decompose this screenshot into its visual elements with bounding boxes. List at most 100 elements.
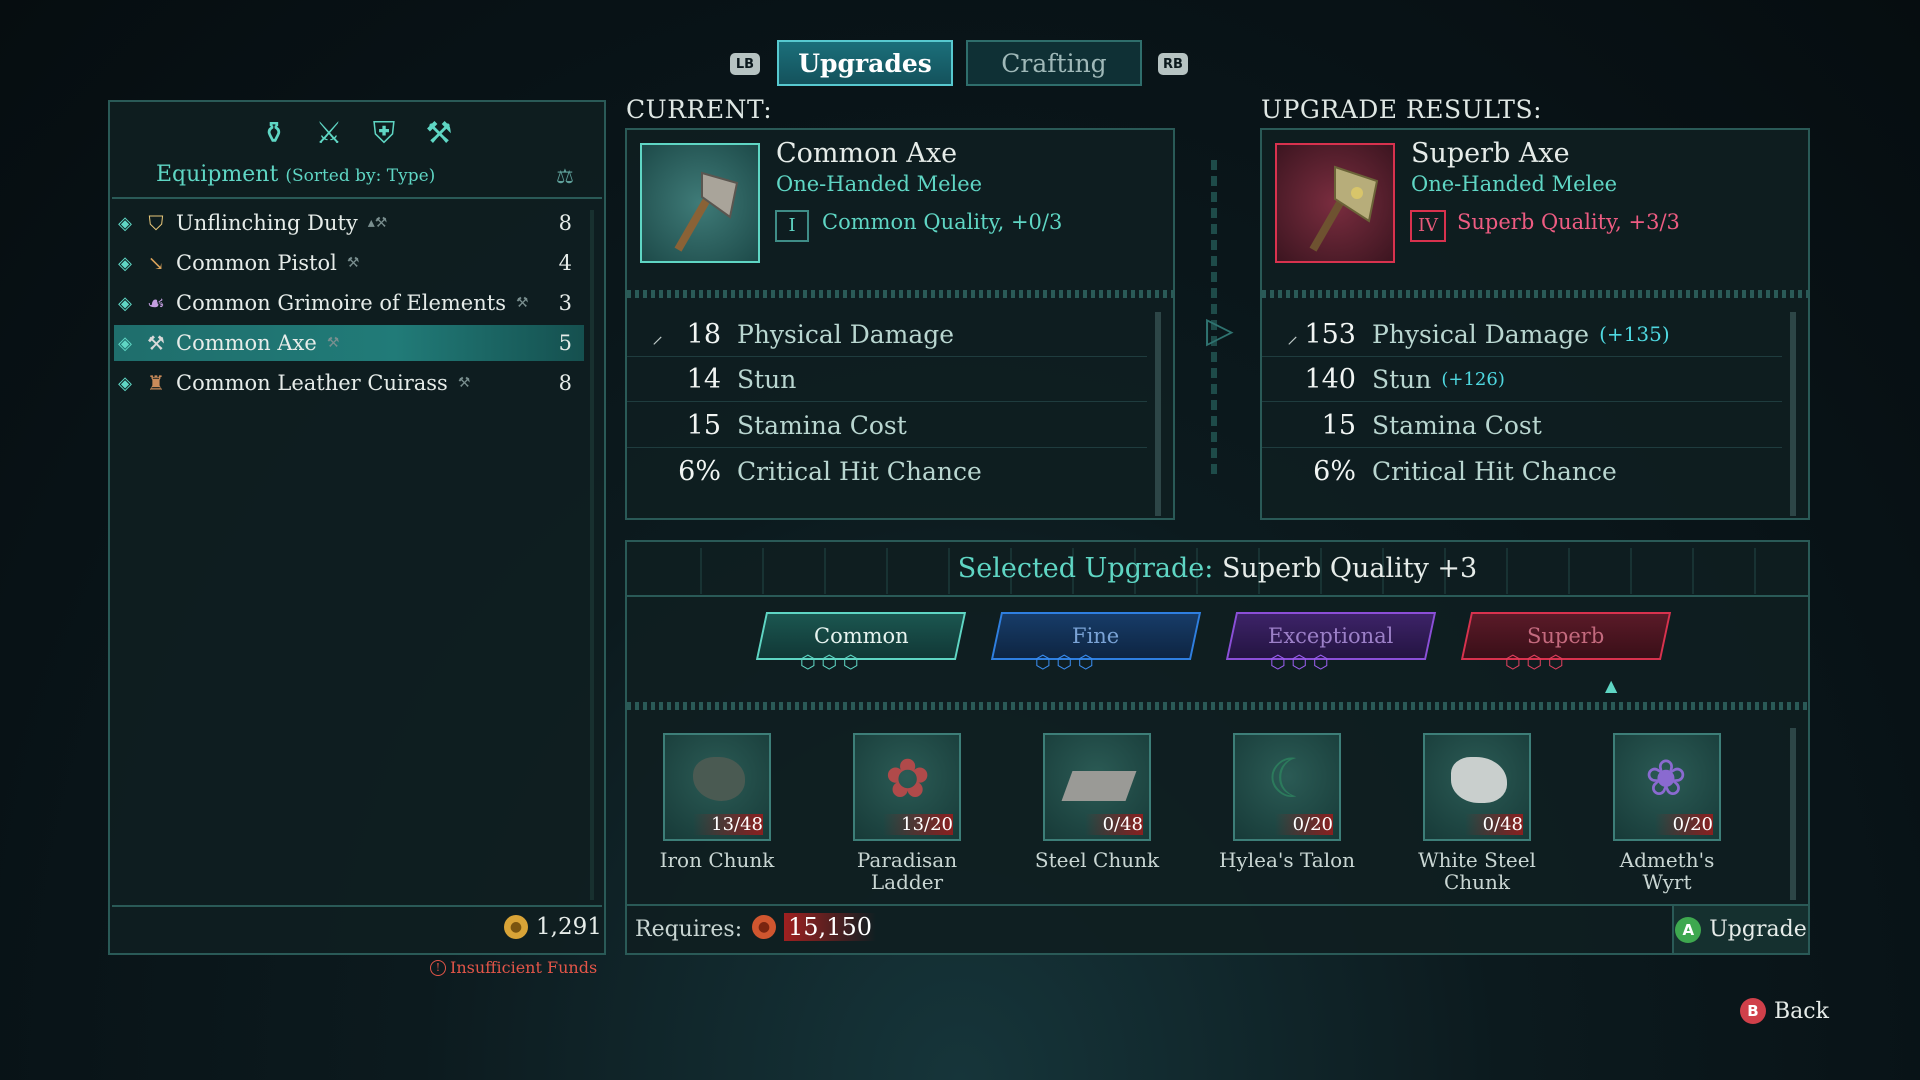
stat-delta: (+135) [1599,322,1670,346]
result-stat-row: 153 Physical Damage (+135) [1262,312,1782,357]
current-stat-row: 18 Physical Damage [627,312,1147,357]
upgrade-button[interactable]: A Upgrade [1672,906,1808,953]
equipment-item-selected[interactable]: ◈ ⚒ Common Axe ⚒ 5 [114,325,584,361]
upgrade-label: Upgrade [1709,917,1807,942]
item-count: 3 [558,291,572,315]
material-qty: 13/20 [883,814,953,835]
weapons-icon[interactable]: ⚔ [309,113,349,153]
gold-amount: 1,291 [536,914,602,940]
item-name: Common Grimoire of Elements [176,291,506,315]
item-name: Common Axe [176,331,317,355]
equipment-item[interactable]: ◈ ☙ Common Grimoire of Elements ⚒ 3 [114,285,584,321]
result-tier-badge: IV [1410,210,1446,242]
equipment-header: Equipment (Sorted by: Type) [156,162,435,187]
tab-upgrades[interactable]: Upgrades [777,40,953,86]
result-stats-scrollbar[interactable] [1790,312,1796,516]
current-stat-row: 6% Critical Hit Chance [627,449,1147,494]
equipment-item[interactable]: ◈ ⛉ Unflinching Duty ▴⚒ 8 [114,205,584,241]
gold-coin-icon: ● [504,915,528,939]
selection-marker-icon: ▲ [1605,676,1618,695]
divider [1262,290,1808,298]
anvil-icon[interactable]: ⚒ [419,113,459,153]
current-label: CURRENT: [626,95,773,124]
ore-icon [1451,757,1507,803]
equipment-item[interactable]: ◈ ↘ Common Pistol ⚒ 4 [114,245,584,281]
material-name: Admeth's Wyrt [1619,848,1715,894]
selected-upgrade-prefix: Selected Upgrade: [957,553,1214,584]
item-name: Common Leather Cuirass [176,371,448,395]
stat-label: Critical Hit Chance [737,457,982,486]
shield-icon: ⛉ [148,211,164,235]
material-slot[interactable]: 0/48 Steel Chunk [1022,733,1172,871]
requires-label: Requires: [635,917,743,942]
tab-crafting[interactable]: Crafting [966,40,1142,86]
axe-icon: ⚒ [147,331,165,355]
stat-value: 15 [686,409,721,441]
stat-value: 15 [1321,409,1356,441]
tier-level-icons: ⬡ ⬡ ⬡ [800,652,859,673]
result-stat-row: 140 Stun (+126) [1262,357,1782,402]
axe-icon [1309,165,1379,252]
ore-icon [693,757,745,801]
b-button-icon: B [1740,998,1766,1024]
material-name: Paradisan Ladder [856,848,958,894]
warning-text: Insufficient Funds [450,958,598,977]
divider [627,904,1808,906]
tier-common[interactable]: Common [755,612,967,660]
material-slot[interactable]: ✿ 13/20 Paradisan Ladder [832,733,982,893]
material-icon: 0/48 [1423,733,1531,841]
funds-warning: ! Insufficient Funds [430,958,597,977]
lb-bumper-hint[interactable]: LB [730,53,760,75]
material-icon: 0/48 [1043,733,1151,841]
required-cost: ● 15,150 [752,913,876,941]
material-name: Iron Chunk [659,848,775,872]
list-scrollbar[interactable] [590,210,594,900]
material-icon: ❀ 0/20 [1613,733,1721,841]
material-icon: ✿ 13/20 [853,733,961,841]
materials-scrollbar[interactable] [1790,728,1796,900]
material-slot[interactable]: ☾ 0/20 Hylea's Talon [1212,733,1362,871]
rb-bumper-hint[interactable]: RB [1158,53,1188,75]
equipment-item[interactable]: ◈ ♜ Common Leather Cuirass ⚒ 8 [114,365,584,401]
results-label: UPGRADE RESULTS: [1261,95,1543,124]
cuirass-icon: ♜ [147,371,165,395]
stat-label: Stun [1372,364,1432,394]
grimoire-icon: ☙ [147,291,165,315]
stat-value: 6% [678,456,721,487]
result-stat-row: 6% Critical Hit Chance [1262,449,1782,494]
equipment-sort-label: (Sorted by: Type) [285,166,436,186]
selected-upgrade-header: Selected Upgrade: Superb Quality +3 [625,553,1810,584]
current-stat-row: 14 Stun [627,357,1147,402]
diamond-icon: ◈ [118,252,132,274]
material-slot[interactable]: 0/48 White Steel Chunk [1402,733,1552,893]
all-gear-icon[interactable]: ⚱ [254,113,294,153]
item-count: 4 [558,251,572,275]
stat-value: 140 [1304,363,1356,395]
stat-label: Critical Hit Chance [1372,457,1617,486]
material-slot[interactable]: 13/48 Iron Chunk [642,733,792,871]
back-button[interactable]: B Back [1740,998,1829,1024]
material-icon: ☾ 0/20 [1233,733,1341,841]
tier-level-icons: ⬡ ⬡ ⬡ [1270,652,1329,673]
material-slot[interactable]: ❀ 0/20 Admeth's Wyrt [1592,733,1742,893]
item-count: 8 [558,371,572,395]
result-quality: Superb Quality, +3/3 [1457,210,1680,234]
plant-icon: ✿ [885,747,931,810]
tier-superb[interactable]: Superb [1460,612,1672,660]
ingot-icon [1061,771,1137,801]
current-stats-scrollbar[interactable] [1155,312,1161,516]
anvil-icon: ▴⚒ [367,215,388,231]
divider [627,595,1808,597]
pistol-icon: ↘ [147,251,165,275]
stat-label: Stamina Cost [737,410,907,440]
divider [112,197,602,199]
stat-value: 153 [1304,318,1356,350]
armor-icon[interactable]: ⛨ [364,113,404,153]
tier-level-icons: ⬡ ⬡ ⬡ [1505,652,1564,673]
divider [627,702,1808,710]
stat-label: Stun [737,364,797,394]
tier-exceptional[interactable]: Exceptional [1225,612,1437,660]
current-item-thumbnail [640,143,760,263]
tier-fine[interactable]: Fine [990,612,1202,660]
current-item-name: Common Axe [776,138,958,169]
